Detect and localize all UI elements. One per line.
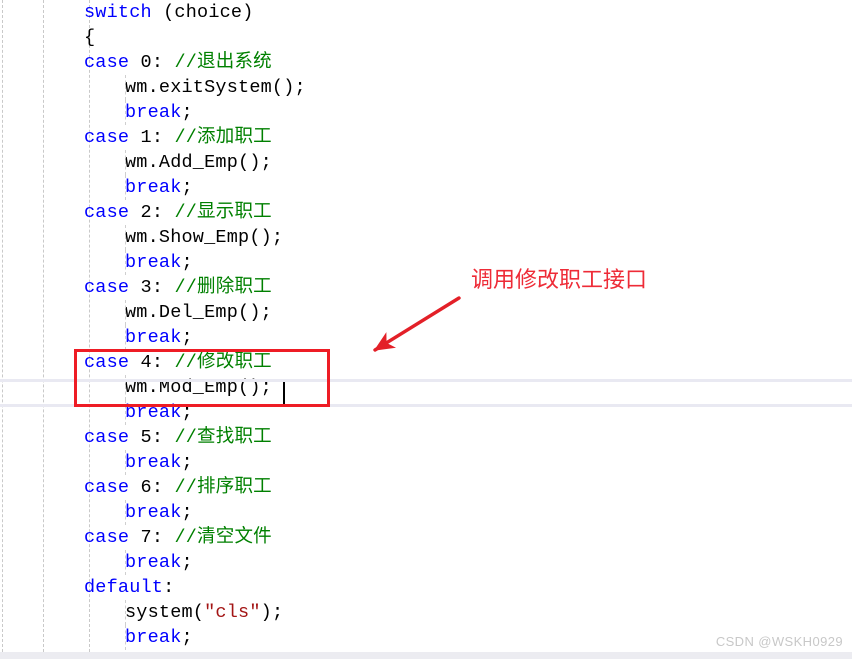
- code-token-cmt: //删除职工: [174, 277, 272, 298]
- code-token-cmt: //排序职工: [174, 477, 272, 498]
- code-token-kw: break: [125, 552, 182, 573]
- code-editor-surface[interactable]: switch (choice){case 0: //退出系统 wm.exitSys…: [0, 0, 852, 652]
- code-line[interactable]: wm.Mod_Emp();: [0, 375, 852, 400]
- code-line[interactable]: break;: [0, 250, 852, 275]
- code-token-kw: case: [84, 52, 130, 73]
- code-token-plain: :: [163, 577, 175, 598]
- code-line[interactable]: system("cls");: [0, 600, 852, 625]
- code-token-cmt: //退出系统: [174, 52, 272, 73]
- code-token-plain: 3:: [129, 277, 175, 298]
- code-token-kw: break: [125, 402, 182, 423]
- code-line[interactable]: case 3: //删除职工: [0, 275, 852, 300]
- code-line[interactable]: wm.exitSystem();: [0, 75, 852, 100]
- code-token-cmt: //查找职工: [174, 427, 272, 448]
- annotation-callout-label: 调用修改职工接口: [471, 267, 648, 292]
- code-token-plain: ;: [181, 627, 193, 648]
- code-token-plain: 4:: [129, 352, 175, 373]
- code-token-plain: wm.Show_Emp();: [125, 227, 284, 248]
- code-token-kw: case: [84, 202, 130, 223]
- code-token-plain: ;: [181, 402, 193, 423]
- code-token-plain: system(: [125, 602, 205, 623]
- code-token-plain: ;: [181, 552, 193, 573]
- code-token-plain: wm.Add_Emp();: [125, 152, 272, 173]
- code-token-kw: break: [125, 177, 182, 198]
- code-token-plain: ;: [181, 452, 193, 473]
- code-token-plain: ;: [181, 327, 193, 348]
- code-line[interactable]: break;: [0, 100, 852, 125]
- code-line[interactable]: case 7: //清空文件: [0, 525, 852, 550]
- code-token-kw: case: [84, 477, 130, 498]
- bottom-status-band: [0, 652, 852, 659]
- code-line[interactable]: case 1: //添加职工: [0, 125, 852, 150]
- code-token-plain: 2:: [129, 202, 175, 223]
- code-token-cmt: //显示职工: [174, 202, 272, 223]
- text-caret: [283, 382, 285, 404]
- code-token-plain: ;: [181, 102, 193, 123]
- code-line[interactable]: break;: [0, 175, 852, 200]
- code-line[interactable]: wm.Del_Emp();: [0, 300, 852, 325]
- code-line[interactable]: break;: [0, 450, 852, 475]
- code-token-kw: break: [125, 327, 182, 348]
- code-token-cmt: //清空文件: [174, 527, 272, 548]
- code-token-plain: 6:: [129, 477, 175, 498]
- code-line[interactable]: case 2: //显示职工: [0, 200, 852, 225]
- code-token-kw: break: [125, 252, 182, 273]
- code-line[interactable]: case 0: //退出系统: [0, 50, 852, 75]
- code-token-kw: case: [84, 352, 130, 373]
- code-text-area[interactable]: switch (choice){case 0: //退出系统 wm.exitSys…: [0, 0, 852, 650]
- code-token-plain: ;: [181, 502, 193, 523]
- code-token-kw: case: [84, 427, 130, 448]
- code-token-plain: wm.exitSystem();: [125, 77, 306, 98]
- code-token-kw: break: [125, 452, 182, 473]
- code-token-plain: wm.Mod_Emp();: [125, 377, 272, 398]
- code-token-str: "cls": [204, 602, 261, 623]
- code-token-plain: ;: [181, 177, 193, 198]
- csdn-watermark: CSDN @WSKH0929: [715, 634, 843, 649]
- code-line[interactable]: case 5: //查找职工: [0, 425, 852, 450]
- code-line[interactable]: break;: [0, 400, 852, 425]
- code-token-kw: switch: [84, 2, 152, 23]
- code-token-kw: break: [125, 102, 182, 123]
- code-token-plain: 7:: [129, 527, 175, 548]
- code-line[interactable]: break;: [0, 325, 852, 350]
- code-token-kw: case: [84, 127, 130, 148]
- code-line[interactable]: {: [0, 25, 852, 50]
- code-token-kw: case: [84, 527, 130, 548]
- code-token-plain: 5:: [129, 427, 175, 448]
- code-token-kw: break: [125, 627, 182, 648]
- code-line[interactable]: case 6: //排序职工: [0, 475, 852, 500]
- code-token-plain: {: [84, 27, 96, 48]
- code-token-kw: case: [84, 277, 130, 298]
- code-line[interactable]: case 4: //修改职工: [0, 350, 852, 375]
- code-line[interactable]: switch (choice): [0, 0, 852, 25]
- code-line[interactable]: wm.Add_Emp();: [0, 150, 852, 175]
- code-token-plain: wm.Del_Emp();: [125, 302, 272, 323]
- code-line[interactable]: default:: [0, 575, 852, 600]
- code-line[interactable]: wm.Show_Emp();: [0, 225, 852, 250]
- code-token-cmt: //修改职工: [174, 352, 272, 373]
- code-token-plain: 0:: [129, 52, 175, 73]
- code-token-kw: break: [125, 502, 182, 523]
- code-token-cmt: //添加职工: [174, 127, 272, 148]
- code-token-plain: 1:: [129, 127, 175, 148]
- code-token-plain: (choice): [151, 2, 254, 23]
- code-token-plain: ;: [181, 252, 193, 273]
- code-token-kw: default: [84, 577, 164, 598]
- code-line[interactable]: break;: [0, 500, 852, 525]
- code-token-plain: );: [260, 602, 284, 623]
- code-line[interactable]: break;: [0, 550, 852, 575]
